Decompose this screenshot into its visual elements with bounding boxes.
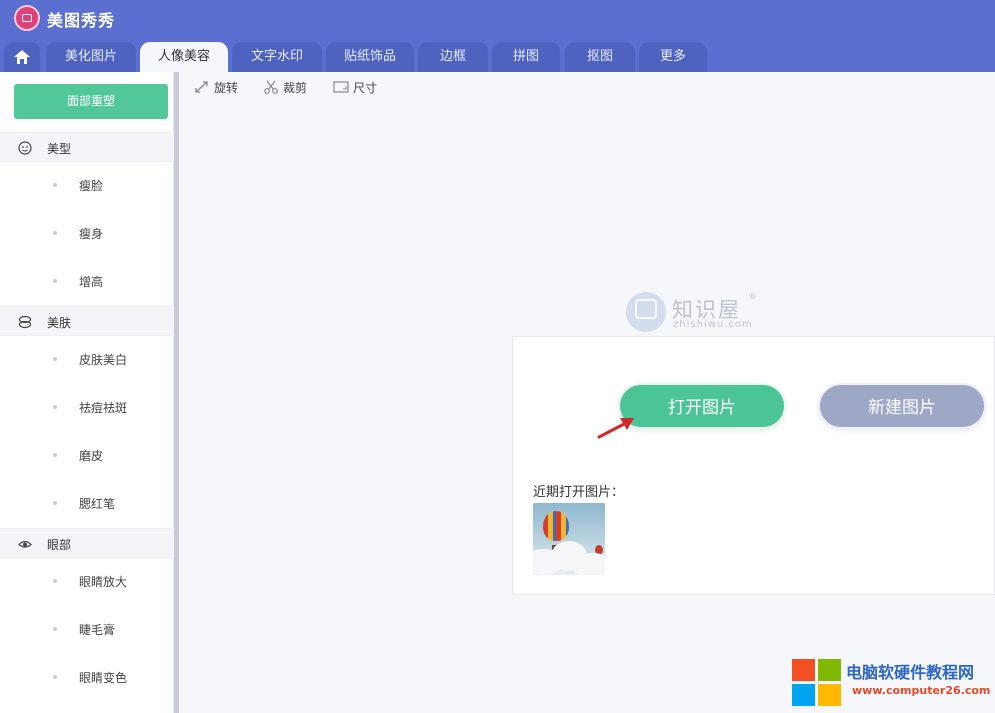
app-title: 美图秀秀 <box>47 11 116 30</box>
size-label: 尺寸 <box>353 81 378 95</box>
rotate-button[interactable]: 旋转 <box>194 79 254 95</box>
sidebar-item-label: 睫毛膏 <box>79 623 116 637</box>
tab-home[interactable] <box>4 42 40 72</box>
sidebar-item-eye-color[interactable]: 眼睛变色 <box>0 654 174 702</box>
start-panel: 打开图片 新建图片 近期打开图片： <box>512 336 995 595</box>
home-icon <box>14 50 30 64</box>
tab-beautify[interactable]: 美化图片 <box>46 42 136 72</box>
watermark-url: zhishiwu.com <box>673 319 753 330</box>
sidebar-item-slim-body[interactable]: 瘦身 <box>0 210 174 258</box>
tab-frames[interactable]: 边框 <box>418 42 488 72</box>
crop-label: 裁剪 <box>283 81 308 95</box>
section-skin[interactable]: 美肤 <box>0 306 174 336</box>
tab-collage[interactable]: 拼图 <box>492 42 560 72</box>
recent-images-label: 近期打开图片： <box>533 485 625 500</box>
section-label: 美肤 <box>47 316 72 330</box>
sidebar-item-smoothing[interactable]: 磨皮 <box>0 432 174 480</box>
sidebar-item-heighten[interactable]: 增高 <box>0 258 174 306</box>
tab-cutout[interactable]: 抠图 <box>565 42 635 72</box>
main-tabs: 美化图片 人像美容 文字水印 贴纸饰品 边框 拼图 抠图 更多 <box>0 42 995 72</box>
face-reshape-button[interactable]: 面部重塑 <box>14 84 168 119</box>
sidebar-item-label: 瘦脸 <box>79 179 104 193</box>
crop-button[interactable]: 裁剪 <box>263 79 323 95</box>
app-logo <box>14 5 40 31</box>
rotate-icon <box>195 81 208 93</box>
sidebar-item-label: 腮红笔 <box>79 497 116 511</box>
sidebar-item-blush[interactable]: 腮红笔 <box>0 480 174 528</box>
sidebar-item-label: 皮肤美白 <box>79 353 128 367</box>
balloon-shape <box>543 511 569 541</box>
pointer-arrow-icon <box>597 418 634 439</box>
tab-text-watermark[interactable]: 文字水印 <box>232 42 322 72</box>
skin-icon <box>18 315 32 329</box>
toolbar: 旋转 裁剪 尺寸 <box>180 72 995 102</box>
sidebar: 面部重塑 美型 瘦脸 瘦身 增高 美肤 皮肤美白 祛痘祛斑 磨皮 腮红笔 眼部 … <box>0 72 174 713</box>
face-icon <box>18 141 32 155</box>
recent-image-thumbnail[interactable] <box>533 503 605 575</box>
tab-stickers[interactable]: 贴纸饰品 <box>326 42 414 72</box>
section-label: 美型 <box>47 142 72 156</box>
sidebar-item-label: 增高 <box>79 275 104 289</box>
section-label: 眼部 <box>47 538 72 552</box>
sidebar-item-label: 祛痘祛斑 <box>79 401 128 415</box>
sidebar-item-mascara[interactable]: 睫毛膏 <box>0 606 174 654</box>
sidebar-item-label: 磨皮 <box>79 449 104 463</box>
size-button[interactable]: 尺寸 <box>333 79 393 95</box>
tab-portrait[interactable]: 人像美容 <box>140 42 228 72</box>
brand-watermark: 电脑软硬件教程网 www.computer26.com <box>790 655 995 713</box>
watermark-logo-icon <box>626 292 666 332</box>
sidebar-item-acne-removal[interactable]: 祛痘祛斑 <box>0 384 174 432</box>
brand-title: 电脑软硬件教程网 <box>846 663 975 682</box>
watermark-reg: ® <box>748 292 757 302</box>
sidebar-item-label: 瘦身 <box>79 227 104 241</box>
site-watermark: 知识屋 ® zhishiwu.com <box>626 292 786 336</box>
sidebar-item-slim-face[interactable]: 瘦脸 <box>0 162 174 210</box>
open-image-button[interactable]: 打开图片 <box>618 383 786 429</box>
section-shape[interactable]: 美型 <box>0 132 174 162</box>
eye-icon <box>18 540 32 548</box>
scissors-icon <box>264 80 278 94</box>
tab-more[interactable]: 更多 <box>639 42 707 72</box>
windows-logo-icon <box>792 659 842 707</box>
section-eyes[interactable]: 眼部 <box>0 528 174 558</box>
title-bar: 美图秀秀 美化图片 人像美容 文字水印 贴纸饰品 边框 拼图 抠图 更多 <box>0 0 995 72</box>
resize-icon <box>333 81 349 93</box>
brand-url: www.computer26.com <box>852 684 991 697</box>
sidebar-item-label: 眼睛放大 <box>79 575 128 589</box>
sidebar-item-whitening[interactable]: 皮肤美白 <box>0 336 174 384</box>
sidebar-item-label: 眼睛变色 <box>79 671 128 685</box>
sidebar-scrollbar[interactable] <box>174 72 179 713</box>
rotate-label: 旋转 <box>214 81 239 95</box>
new-image-button[interactable]: 新建图片 <box>818 383 986 429</box>
sidebar-item-enlarge-eyes[interactable]: 眼睛放大 <box>0 558 174 606</box>
